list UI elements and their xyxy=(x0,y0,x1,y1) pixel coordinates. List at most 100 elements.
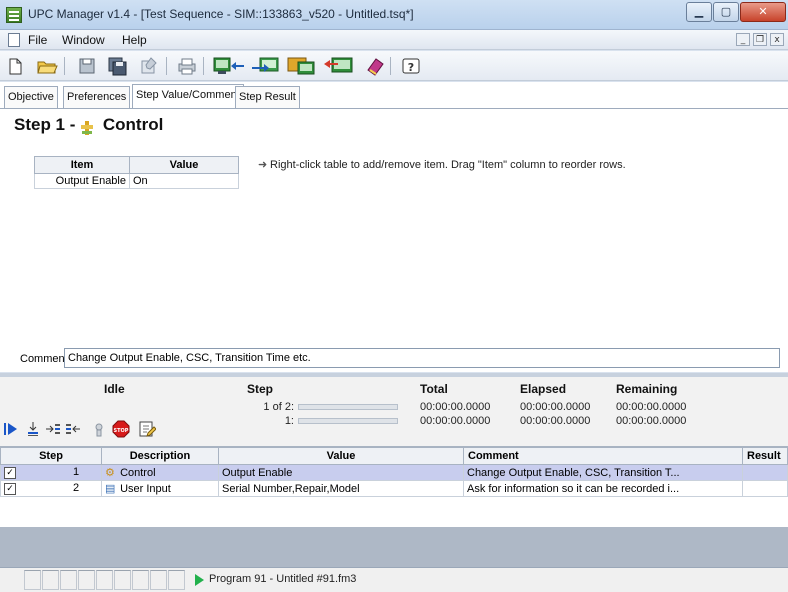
sequence-table: Step Description Value Comment Result ✓ … xyxy=(0,447,788,527)
step-into-icon[interactable] xyxy=(24,420,42,438)
substep-progress-bar xyxy=(298,418,398,424)
hint-label: Right-click table to add/remove item. Dr… xyxy=(270,159,626,171)
menu-file[interactable]: File xyxy=(28,33,47,47)
step-index: 1: xyxy=(284,415,294,427)
status-cell xyxy=(150,570,167,590)
comment-cell[interactable]: Change Output Enable, CSC, Transition T.… xyxy=(463,464,743,481)
step-item-table[interactable]: Item Value Output Enable On xyxy=(34,156,239,189)
row-checkbox[interactable]: ✓ xyxy=(4,466,16,479)
row-checkbox[interactable]: ✓ xyxy=(4,482,16,495)
hint-arrow-icon: ➜ xyxy=(258,159,268,171)
tab-step-value-comment[interactable]: Step Value/Comment xyxy=(132,84,244,109)
open-folder-icon[interactable] xyxy=(36,56,58,76)
user-input-icon: ▤ xyxy=(105,483,116,495)
step-header: Step xyxy=(247,382,274,396)
properties-icon[interactable] xyxy=(138,56,160,76)
item-cell[interactable]: Output Enable xyxy=(34,173,130,189)
tab-preferences[interactable]: Preferences xyxy=(63,86,131,108)
mdi-minimize-button[interactable]: _ xyxy=(736,33,750,46)
value-column-header[interactable]: Value xyxy=(129,156,239,174)
menu-window[interactable]: Window xyxy=(62,33,105,47)
edit-sequence-icon[interactable] xyxy=(138,420,157,438)
download-icon[interactable] xyxy=(322,56,354,76)
description-cell[interactable]: ⚙ Control xyxy=(101,464,219,481)
step-title-prefix: Step 1 - xyxy=(14,115,76,134)
elapsed-header: Elapsed xyxy=(520,382,567,396)
comment-column-header[interactable]: Comment xyxy=(463,447,743,465)
maximize-button[interactable]: ▢ xyxy=(713,2,739,22)
value-cell[interactable]: Output Enable xyxy=(218,464,464,481)
step-number: 1 xyxy=(72,466,80,479)
remaining-time: 00:00:00.0000 xyxy=(616,415,687,427)
total-time: 00:00:00.0000 xyxy=(420,401,491,413)
menu-bar: File Window Help _ ❐ x xyxy=(0,30,788,50)
step-editor-panel: Objective Preferences Step Value/Comment… xyxy=(0,82,788,372)
print-icon[interactable] xyxy=(176,56,198,76)
comment-cell[interactable]: Ask for information so it can be recorde… xyxy=(463,480,743,497)
description-text: User Input xyxy=(120,483,171,495)
step-cell[interactable]: ✓ 1 xyxy=(0,464,102,481)
export-icon[interactable] xyxy=(250,56,280,76)
table-row[interactable]: ✓ 2 ▤ User Input Serial Number,Repair,Mo… xyxy=(0,480,788,497)
run-state: Idle xyxy=(104,382,125,396)
toolbar-separator xyxy=(64,57,65,75)
result-cell[interactable] xyxy=(742,480,788,497)
step-cell[interactable]: ✓ 2 xyxy=(0,480,102,497)
value-column-header[interactable]: Value xyxy=(218,447,464,465)
step-over-icon[interactable] xyxy=(44,420,62,438)
result-column-header[interactable]: Result xyxy=(742,447,788,465)
toolbar-separator xyxy=(166,57,167,75)
tab-divider xyxy=(0,108,788,109)
empty-area xyxy=(0,527,788,567)
mdi-close-button[interactable]: x xyxy=(770,33,784,46)
status-cell xyxy=(60,570,77,590)
new-file-icon[interactable] xyxy=(4,56,26,76)
run-icon[interactable] xyxy=(2,420,20,438)
app-icon xyxy=(6,7,22,23)
title-bar[interactable]: UPC Manager v1.4 - [Test Sequence - SIM:… xyxy=(0,0,788,30)
status-cell xyxy=(96,570,113,590)
toolbar: ? xyxy=(0,51,788,81)
svg-text:?: ? xyxy=(408,61,414,74)
mdi-restore-button[interactable]: ❐ xyxy=(753,33,767,46)
status-cell xyxy=(132,570,149,590)
close-button[interactable]: ✕ xyxy=(740,2,786,22)
save-all-icon[interactable] xyxy=(106,56,128,76)
value-cell[interactable]: Serial Number,Repair,Model xyxy=(218,480,464,497)
run-status-panel: Idle Step Total Elapsed Remaining 1 of 2… xyxy=(0,377,788,447)
upload-icon[interactable] xyxy=(286,56,316,76)
comment-field[interactable] xyxy=(64,348,780,368)
total-time: 00:00:00.0000 xyxy=(420,415,491,427)
step-out-icon[interactable] xyxy=(64,420,82,438)
toolbar-separator xyxy=(390,57,391,75)
step-column-header[interactable]: Step xyxy=(0,447,102,465)
import-icon[interactable] xyxy=(212,56,246,76)
document-icon[interactable] xyxy=(8,33,20,47)
tab-step-result[interactable]: Step Result xyxy=(235,86,300,108)
window-title: UPC Manager v1.4 - [Test Sequence - SIM:… xyxy=(28,7,414,21)
help-icon[interactable]: ? xyxy=(400,56,422,76)
svg-text:STOP: STOP xyxy=(114,428,129,434)
sequence-grid[interactable]: Step Description Value Comment Result ✓ … xyxy=(0,447,788,497)
value-cell[interactable]: On xyxy=(129,173,239,189)
elapsed-time: 00:00:00.0000 xyxy=(520,401,591,413)
stop-icon[interactable]: STOP xyxy=(112,420,130,438)
minimize-button[interactable]: ▁ xyxy=(686,2,712,22)
remaining-header: Remaining xyxy=(616,382,678,396)
description-text: Control xyxy=(120,467,156,479)
step-progress-bar xyxy=(298,404,398,410)
description-column-header[interactable]: Description xyxy=(101,447,219,465)
program-label: Program 91 - Untitled #91.fm3 xyxy=(209,573,357,585)
save-icon[interactable] xyxy=(76,56,98,76)
description-cell[interactable]: ▤ User Input xyxy=(101,480,219,497)
menu-help[interactable]: Help xyxy=(122,33,147,47)
item-column-header[interactable]: Item xyxy=(34,156,130,174)
tab-objective[interactable]: Objective xyxy=(4,86,58,108)
pause-icon[interactable] xyxy=(90,420,108,438)
status-bar: Program 91 - Untitled #91.fm3 xyxy=(0,567,788,592)
book-icon[interactable] xyxy=(364,56,386,76)
table-row[interactable]: Output Enable On xyxy=(34,173,239,189)
control-step-icon xyxy=(80,120,94,136)
result-cell[interactable] xyxy=(742,464,788,481)
table-row[interactable]: ✓ 1 ⚙ Control Output Enable Change Outpu… xyxy=(0,464,788,481)
